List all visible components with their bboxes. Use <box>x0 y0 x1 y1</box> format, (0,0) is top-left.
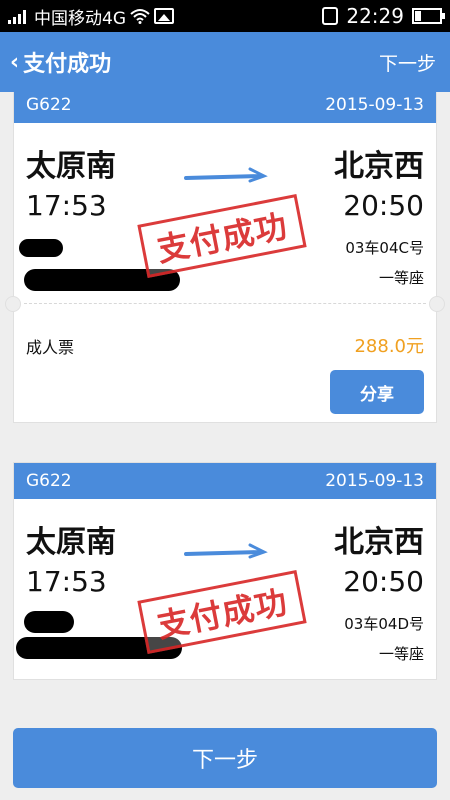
departure-time: 17:53 <box>26 565 107 598</box>
departure-time: 17:53 <box>26 189 107 222</box>
arrow-right-icon <box>184 167 268 183</box>
clock: 22:29 <box>346 4 404 28</box>
header-bar: ‹ 支付成功 下一步 <box>0 32 450 92</box>
arrival-station: 北京西 <box>334 149 424 184</box>
arrival-time: 20:50 <box>343 189 424 222</box>
redaction-mark <box>24 611 74 633</box>
route-info: 太原南 北京西 17:53 20:50 支付成功 03车04D号 一等座 <box>14 499 436 679</box>
seat-number: 03车04D号 <box>344 615 424 633</box>
arrival-station: 北京西 <box>334 525 424 560</box>
departure-station: 太原南 <box>26 525 116 560</box>
seat-class: 一等座 <box>378 645 424 663</box>
ticket-header: G622 2015-09-13 <box>14 92 436 123</box>
back-chevron-icon[interactable]: ‹ <box>10 50 19 75</box>
train-number: G622 <box>26 471 72 491</box>
ticket-price-row: 成人票 288.0元 分享 <box>14 304 436 422</box>
seat-number: 03车04C号 <box>345 239 424 257</box>
ticket-list[interactable]: G622 2015-09-13 太原南 北京西 17:53 20:50 支付成功… <box>0 92 450 700</box>
ticket-card: G622 2015-09-13 太原南 北京西 17:53 20:50 支付成功… <box>13 462 437 680</box>
train-number: G622 <box>26 95 72 115</box>
route-info: 太原南 北京西 17:53 20:50 支付成功 03车04C号 一等座 <box>14 123 436 303</box>
payment-success-stamp: 支付成功 <box>137 194 307 278</box>
header-next-button[interactable]: 下一步 <box>379 49 436 76</box>
seat-class: 一等座 <box>378 269 424 287</box>
travel-date: 2015-09-13 <box>325 471 424 491</box>
ticket-type: 成人票 <box>26 338 75 357</box>
ticket-header: G622 2015-09-13 <box>14 463 436 499</box>
arrow-right-icon <box>184 543 268 559</box>
payment-success-stamp: 支付成功 <box>137 570 307 654</box>
ticket-price: 288.0元 <box>354 336 424 357</box>
ticket-card: G622 2015-09-13 太原南 北京西 17:53 20:50 支付成功… <box>5 92 445 423</box>
share-button[interactable]: 分享 <box>330 370 424 414</box>
image-notification-icon <box>154 8 174 24</box>
departure-station: 太原南 <box>26 149 116 184</box>
bottom-bar: 下一步 <box>0 700 450 800</box>
travel-date: 2015-09-13 <box>325 95 424 115</box>
status-bar: 中国移动4G 22:29 <box>0 0 450 32</box>
arrival-time: 20:50 <box>343 565 424 598</box>
carrier-label: 中国移动4G <box>34 8 126 29</box>
wifi-icon <box>130 9 150 24</box>
page-title: 支付成功 <box>23 52 112 77</box>
battery-icon <box>412 8 445 24</box>
redaction-mark <box>19 239 63 257</box>
signal-icon <box>8 8 26 24</box>
next-step-button[interactable]: 下一步 <box>13 728 437 788</box>
vibrate-icon <box>322 7 339 25</box>
